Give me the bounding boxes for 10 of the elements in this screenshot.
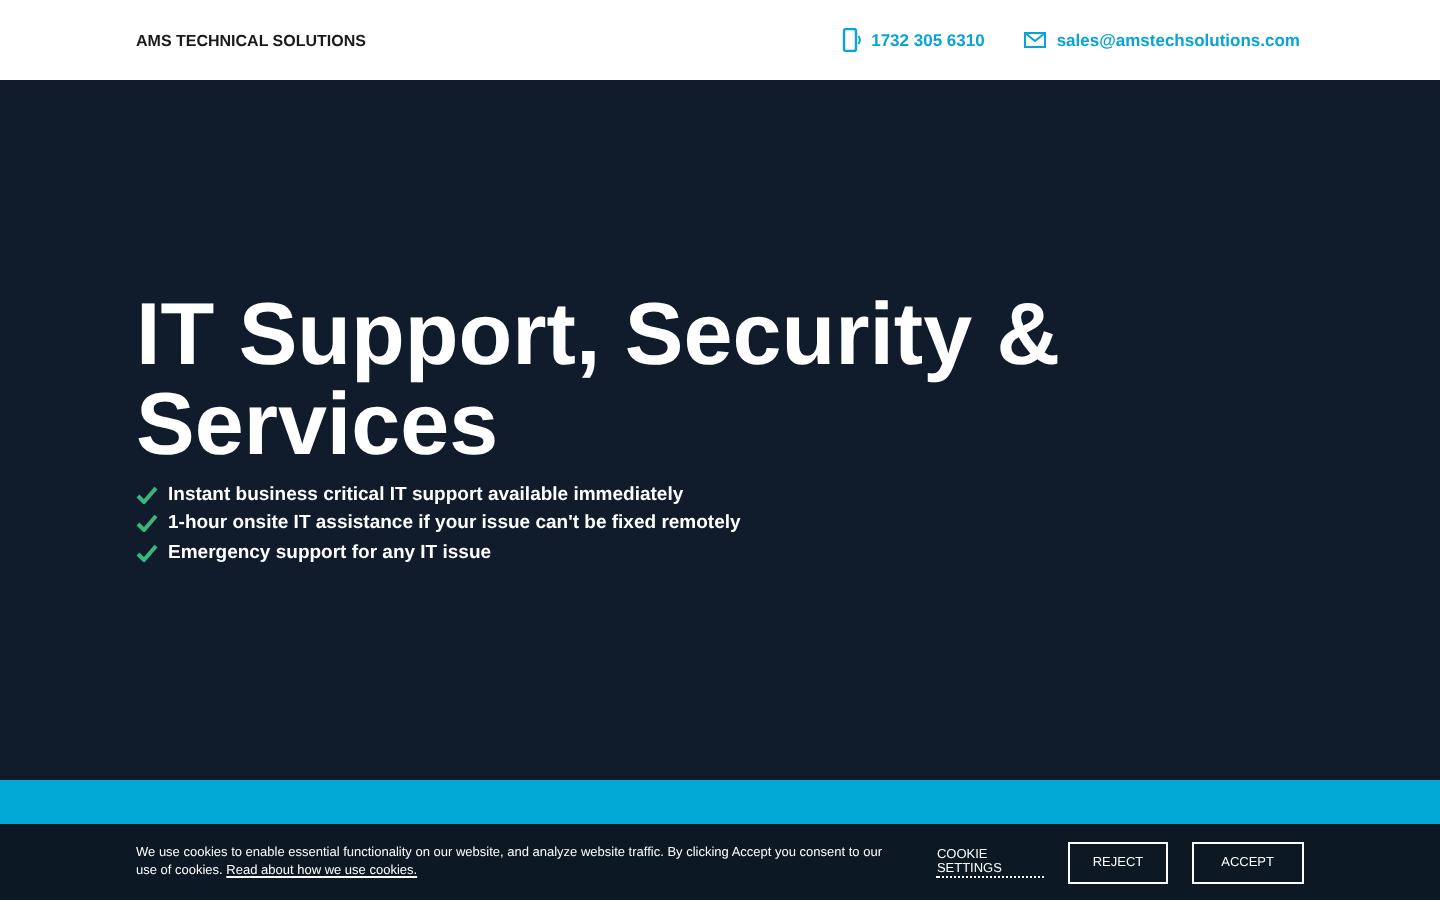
phone-icon — [841, 28, 862, 52]
check-icon — [136, 543, 158, 562]
check-icon — [136, 514, 158, 533]
check-icon — [136, 485, 158, 504]
feature-text: Instant business critical IT support available immediately — [168, 483, 684, 506]
hero-title: IT Support, Security & Services — [136, 290, 1063, 470]
mail-icon — [1024, 32, 1047, 48]
brand-name: AMS TECHNICAL SOLUTIONS — [136, 31, 366, 49]
feature-text: Emergency support for any IT issue — [168, 541, 492, 564]
feature-text: 1-hour onsite IT assistance if your issue can't be fixed remotely — [168, 512, 741, 535]
